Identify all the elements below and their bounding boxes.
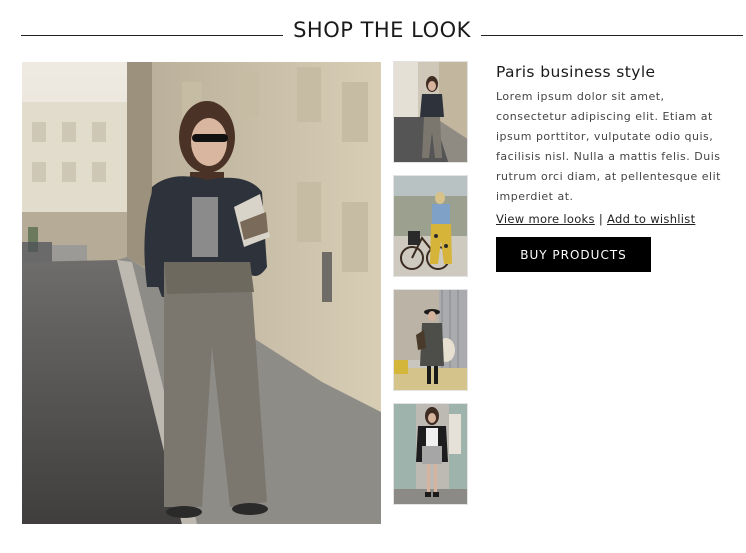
look-thumbnail-3[interactable] xyxy=(393,289,468,391)
view-more-looks-link[interactable]: View more looks xyxy=(496,212,595,226)
look-thumbnail-2[interactable] xyxy=(393,175,468,277)
section-header: SHOP THE LOOK xyxy=(21,14,743,54)
add-to-wishlist-link[interactable]: Add to wishlist xyxy=(607,212,695,226)
shop-the-look-page: SHOP THE LOOK Paris business style Lorem… xyxy=(0,0,746,553)
header-rule-right xyxy=(481,35,743,36)
look-info-panel: Paris business style Lorem ipsum dolor s… xyxy=(496,62,726,272)
look-thumbnail-1[interactable] xyxy=(393,61,468,163)
link-separator: | xyxy=(598,212,603,226)
main-look-photo xyxy=(22,62,381,524)
look-title: Paris business style xyxy=(496,63,656,81)
buy-products-button[interactable]: BUY PRODUCTS xyxy=(496,237,651,272)
look-thumbnail-4[interactable] xyxy=(393,403,468,505)
section-title: SHOP THE LOOK xyxy=(293,18,471,42)
look-links: View more looks | Add to wishlist xyxy=(496,212,726,226)
header-rule-left xyxy=(21,35,283,36)
look-description: Lorem ipsum dolor sit amet, consectetur … xyxy=(496,90,721,203)
